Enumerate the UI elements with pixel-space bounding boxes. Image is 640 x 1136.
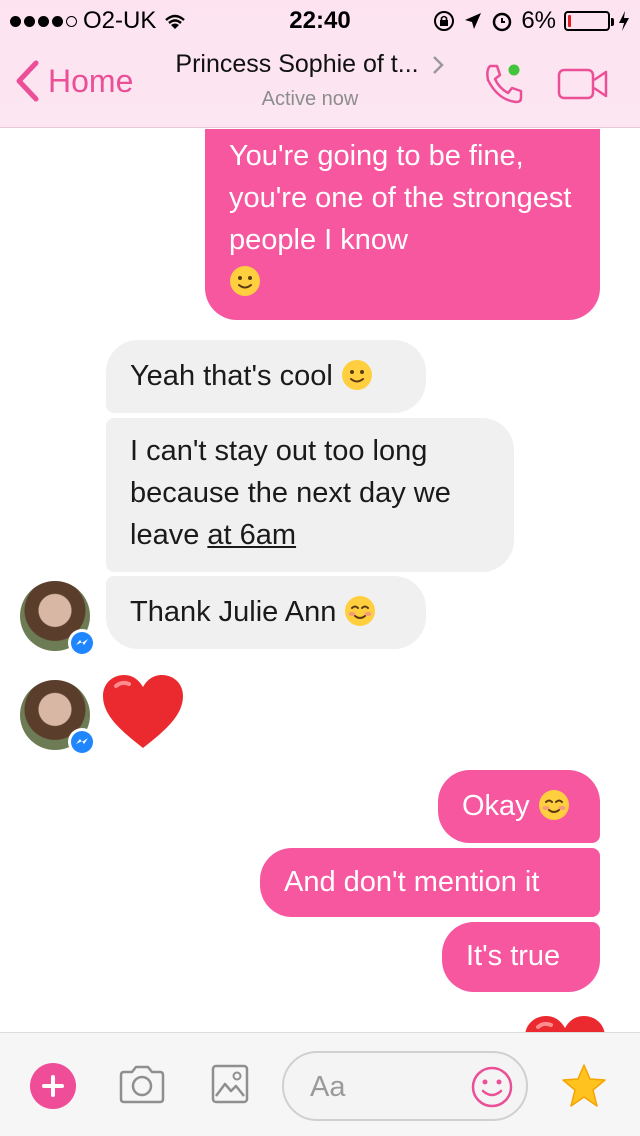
voice-call-button[interactable] [480, 60, 528, 113]
red-heart-emoji-icon[interactable] [522, 1013, 608, 1032]
camera-icon [119, 1065, 165, 1104]
blushing-smile-emoji-icon [345, 596, 376, 626]
slightly-smiling-emoji-icon [341, 360, 372, 390]
message-text: And don't mention it [284, 866, 540, 898]
message-bubble-outgoing[interactable]: You're going to be fine, you're one of t… [205, 129, 600, 320]
contact-name: Princess Sophie of t... [175, 50, 419, 78]
photo-gallery-button[interactable] [210, 1063, 250, 1110]
message-bubble-incoming[interactable]: I can't stay out too long because the ne… [106, 418, 514, 572]
smiley-icon [471, 1066, 513, 1108]
contact-avatar[interactable] [20, 680, 96, 756]
message-text: You're going to be fine, you're one of t… [229, 140, 572, 256]
more-actions-button[interactable] [30, 1063, 76, 1109]
quick-reaction-button[interactable] [560, 1063, 608, 1114]
location-arrow-icon [465, 13, 482, 29]
slightly-smiling-emoji-icon [230, 266, 260, 296]
chevron-left-icon [16, 60, 39, 102]
plus-icon [42, 1075, 64, 1097]
message-bubble-outgoing[interactable]: It's true [442, 922, 600, 992]
message-list[interactable]: You're going to be fine, you're one of t… [0, 129, 640, 1032]
messenger-badge-icon [68, 728, 96, 756]
battery-level [568, 15, 571, 27]
message-text: Okay [462, 790, 530, 822]
message-text: Thank Julie Ann [130, 596, 337, 628]
composer-bar [0, 1032, 640, 1136]
red-heart-emoji-icon[interactable] [100, 672, 186, 752]
chevron-right-icon [432, 55, 444, 74]
message-bubble-incoming[interactable]: Yeah that's cool [106, 340, 426, 413]
alarm-icon [493, 12, 512, 32]
conversation-header: Home Princess Sophie of t... Active now [0, 40, 640, 128]
video-call-button[interactable] [556, 66, 610, 107]
message-text: Yeah that's cool [130, 360, 333, 392]
blushing-smile-emoji-icon [538, 790, 569, 820]
message-text: It's true [466, 940, 561, 972]
back-label: Home [48, 62, 134, 99]
image-icon [211, 1064, 249, 1104]
message-input[interactable] [310, 1067, 460, 1107]
contact-avatar[interactable] [20, 581, 96, 657]
message-bubble-outgoing[interactable]: And don't mention it [260, 848, 600, 917]
battery-icon [564, 11, 614, 31]
contact-info[interactable]: Princess Sophie of t... Active now [150, 50, 470, 111]
back-button[interactable]: Home [14, 60, 133, 102]
rotation-lock-icon [434, 11, 455, 31]
phone-icon [486, 64, 523, 104]
presence-status: Active now [261, 88, 359, 110]
emoji-picker-button[interactable] [470, 1065, 514, 1114]
battery-percent: 6% [521, 7, 556, 34]
video-camera-icon [557, 68, 608, 100]
status-right: 6% [433, 7, 630, 35]
top-bar: O2-UK 22:40 6% Home Princess Sophie of t… [0, 0, 640, 128]
message-bubble-outgoing[interactable]: Okay [438, 770, 600, 843]
message-composer[interactable] [282, 1051, 528, 1121]
messenger-badge-icon [68, 629, 96, 657]
message-bubble-incoming[interactable]: Thank Julie Ann [106, 576, 426, 649]
time-link[interactable]: at 6am [207, 519, 296, 551]
contact-title[interactable]: Princess Sophie of t... [150, 50, 470, 79]
star-icon [562, 1064, 606, 1107]
camera-button[interactable] [118, 1063, 166, 1110]
charging-bolt-icon [619, 11, 629, 31]
status-bar: O2-UK 22:40 6% [0, 0, 640, 40]
